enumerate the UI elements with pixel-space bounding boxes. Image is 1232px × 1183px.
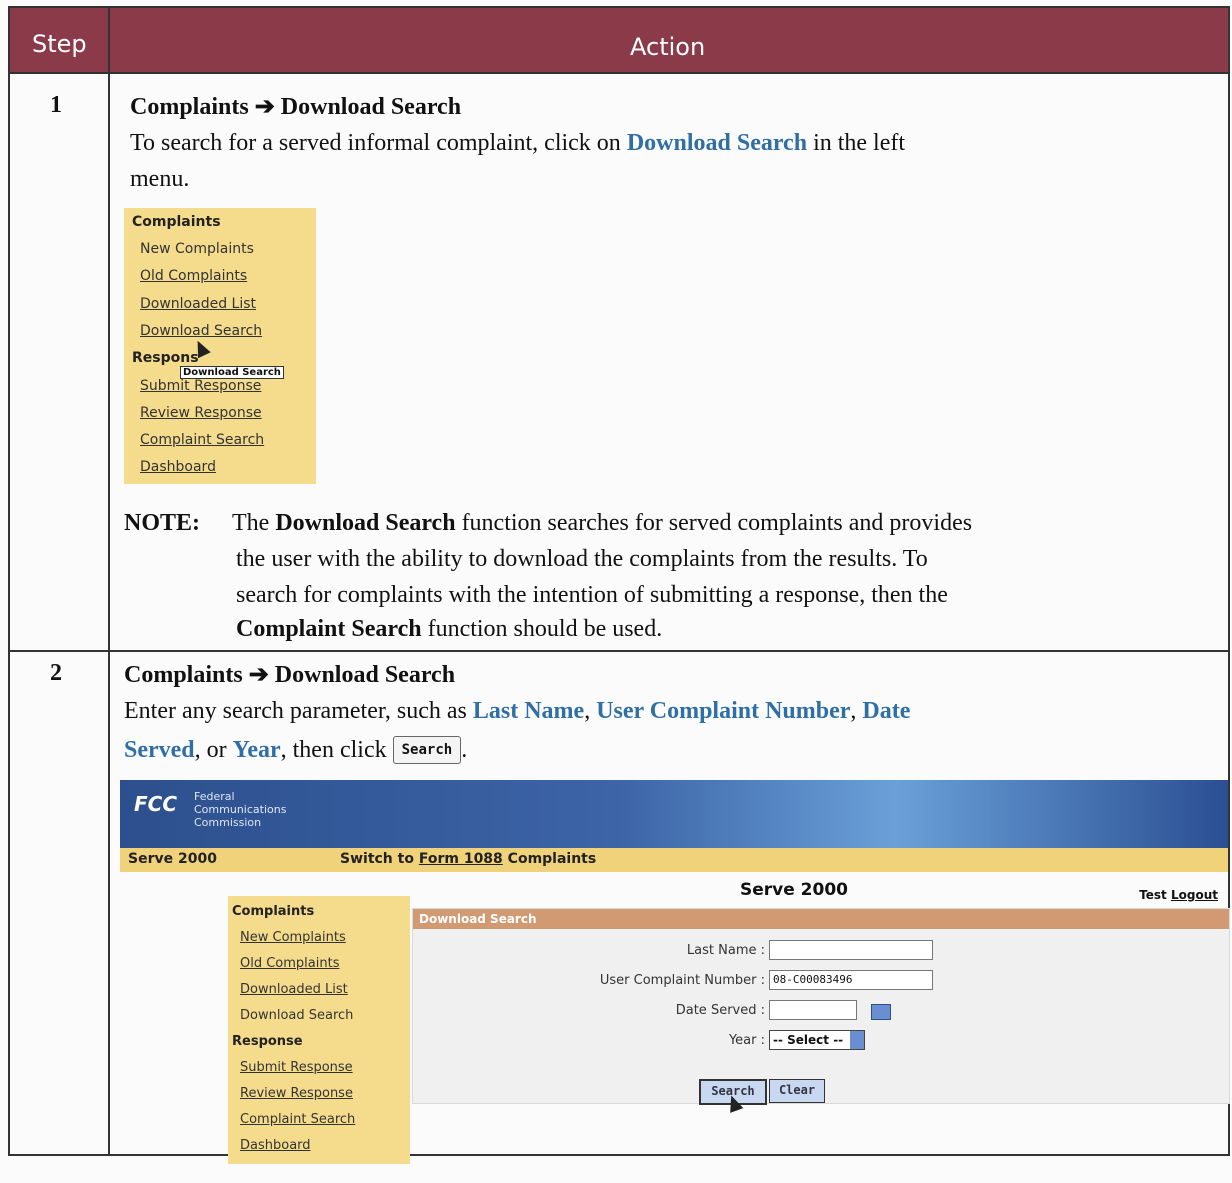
switch-form-text: Switch to Form 1088 Complaints bbox=[340, 851, 596, 867]
text: . bbox=[461, 737, 468, 763]
note-line-4: Complaint Search function should be used… bbox=[236, 616, 662, 643]
text: , then click bbox=[280, 737, 393, 763]
agency-line-1: Federal bbox=[194, 790, 235, 803]
step-1-path: Complaints ➔ Download Search bbox=[130, 92, 461, 121]
text: , bbox=[850, 698, 863, 724]
path-start: Complaints bbox=[124, 662, 243, 688]
chevron-down-icon bbox=[850, 1031, 864, 1049]
menu-item-download-search[interactable]: Download Search bbox=[140, 323, 262, 339]
step-2-number: 2 bbox=[50, 660, 62, 686]
text: Enter any search parameter, such as bbox=[124, 698, 473, 724]
note-line-2: the user with the ability to download th… bbox=[236, 546, 928, 572]
step-1-number: 1 bbox=[50, 92, 62, 118]
text: Switch to bbox=[340, 851, 419, 867]
step-1-menu-screenshot: Complaints New Complaints Old Complaints… bbox=[124, 208, 316, 484]
step-1-line-1: To search for a served informal complain… bbox=[130, 130, 905, 157]
text: , bbox=[584, 698, 597, 724]
year-label: Year : bbox=[728, 1033, 765, 1048]
serve-2000-label: Serve 2000 bbox=[128, 851, 217, 867]
note-label: NOTE: bbox=[124, 510, 201, 536]
tooltip: Download Search bbox=[180, 366, 284, 379]
page-title: Serve 2000 bbox=[740, 880, 849, 900]
user-name: Test bbox=[1139, 888, 1167, 902]
last-name-reference: Last Name bbox=[472, 698, 585, 724]
header-step: Step bbox=[32, 30, 87, 58]
date-served-input[interactable] bbox=[769, 1000, 857, 1020]
menu-item-submit-response[interactable]: Submit Response bbox=[240, 1060, 353, 1075]
table-header: Step Action bbox=[10, 8, 1228, 72]
user-links: Test Logout bbox=[1139, 888, 1218, 902]
year-reference: Year bbox=[232, 737, 281, 763]
menu-item-new-complaints[interactable]: New Complaints bbox=[240, 930, 346, 945]
menu-item-downloaded-list[interactable]: Downloaded List bbox=[240, 982, 348, 997]
menu-item-submit-response[interactable]: Submit Response bbox=[140, 378, 261, 394]
menu-section-complaints: Complaints bbox=[232, 904, 315, 919]
text: Complaints bbox=[502, 851, 597, 867]
last-name-label: Last Name : bbox=[686, 943, 765, 958]
menu-section-response: Respons bbox=[132, 350, 199, 366]
ucn-reference: User Complaint Number bbox=[596, 698, 851, 724]
year-select[interactable]: -- Select -- bbox=[769, 1030, 865, 1050]
download-search-panel: Download Search Last Name : User Complai… bbox=[412, 908, 1230, 1113]
ucn-input[interactable]: 08-C00083496 bbox=[769, 970, 933, 990]
menu-item-review-response[interactable]: Review Response bbox=[140, 405, 262, 421]
logout-link[interactable]: Logout bbox=[1171, 888, 1218, 902]
arrow-icon: ➔ bbox=[254, 94, 275, 120]
search-button-illustration: Search bbox=[392, 736, 462, 764]
text: , or bbox=[194, 737, 233, 763]
note-line-1: The Download Search function searches fo… bbox=[232, 510, 972, 537]
menu-item-review-response[interactable]: Review Response bbox=[240, 1086, 353, 1101]
fcc-banner: FCC Federal Communications Commission bbox=[120, 780, 1228, 848]
download-search-reference: Download Search bbox=[626, 130, 808, 156]
menu-section-complaints: Complaints bbox=[132, 214, 221, 230]
menu-item-complaint-search[interactable]: Complaint Search bbox=[240, 1112, 355, 1127]
fcc-agency-name: Federal Communications Commission bbox=[194, 790, 286, 829]
header-divider bbox=[10, 72, 1228, 74]
menu-section-response: Response bbox=[232, 1034, 303, 1049]
form-1088-link[interactable]: Form 1088 bbox=[419, 851, 503, 867]
ucn-label: User Complaint Number : bbox=[599, 973, 765, 988]
year-selected-value: -- Select -- bbox=[773, 1033, 844, 1047]
date-served-label: Date Served : bbox=[675, 1003, 765, 1018]
agency-line-3: Commission bbox=[194, 816, 262, 829]
note-line-3: search for complaints with the intention… bbox=[236, 582, 948, 608]
text: function searches for served complaints … bbox=[455, 510, 973, 536]
row-divider bbox=[10, 650, 1228, 652]
header-action: Action bbox=[630, 33, 706, 61]
last-name-input[interactable] bbox=[769, 940, 933, 960]
step-1-line-2: menu. bbox=[130, 166, 190, 192]
text: Complaint Search bbox=[236, 616, 422, 642]
panel-title: Download Search bbox=[413, 909, 1229, 929]
step-2-path: Complaints ➔ Download Search bbox=[124, 660, 455, 689]
text: Download Search bbox=[275, 510, 456, 536]
menu-item-old-complaints[interactable]: Old Complaints bbox=[240, 956, 339, 971]
step-2-line-2: Served, or Year, then click Search. bbox=[124, 736, 467, 764]
text: function should be used. bbox=[421, 616, 663, 642]
menu-item-complaint-search[interactable]: Complaint Search bbox=[140, 432, 264, 448]
menu-item-new-complaints[interactable]: New Complaints bbox=[140, 241, 254, 257]
menu-item-downloaded-list[interactable]: Downloaded List bbox=[140, 296, 256, 312]
path-end: Download Search bbox=[274, 662, 456, 688]
menu-item-dashboard[interactable]: Dashboard bbox=[240, 1138, 311, 1153]
menu-item-download-search[interactable]: Download Search bbox=[240, 1008, 353, 1023]
arrow-icon: ➔ bbox=[248, 662, 269, 688]
fcc-nav-bar: Serve 2000 Switch to Form 1088 Complaint… bbox=[120, 848, 1228, 872]
column-divider bbox=[108, 8, 110, 1154]
calendar-icon[interactable] bbox=[871, 1004, 891, 1020]
served-reference: Served bbox=[124, 737, 195, 763]
agency-line-2: Communications bbox=[194, 803, 287, 816]
clear-button[interactable]: Clear bbox=[769, 1079, 825, 1103]
fcc-sidebar: Complaints New Complaints Old Complaints… bbox=[228, 896, 410, 1164]
step-2-line-1: Enter any search parameter, such as Last… bbox=[124, 698, 910, 725]
text: To search for a served informal complain… bbox=[130, 130, 627, 156]
path-end: Download Search bbox=[280, 94, 462, 120]
menu-item-old-complaints[interactable]: Old Complaints bbox=[140, 268, 247, 284]
text: The bbox=[232, 510, 276, 536]
path-start: Complaints bbox=[130, 94, 249, 120]
menu-item-dashboard[interactable]: Dashboard bbox=[140, 459, 216, 475]
fcc-logo: FCC bbox=[134, 792, 178, 816]
text: in the left bbox=[807, 130, 906, 156]
fcc-screenshot: FCC Federal Communications Commission Se… bbox=[120, 780, 1230, 1164]
date-reference: Date bbox=[862, 698, 911, 724]
